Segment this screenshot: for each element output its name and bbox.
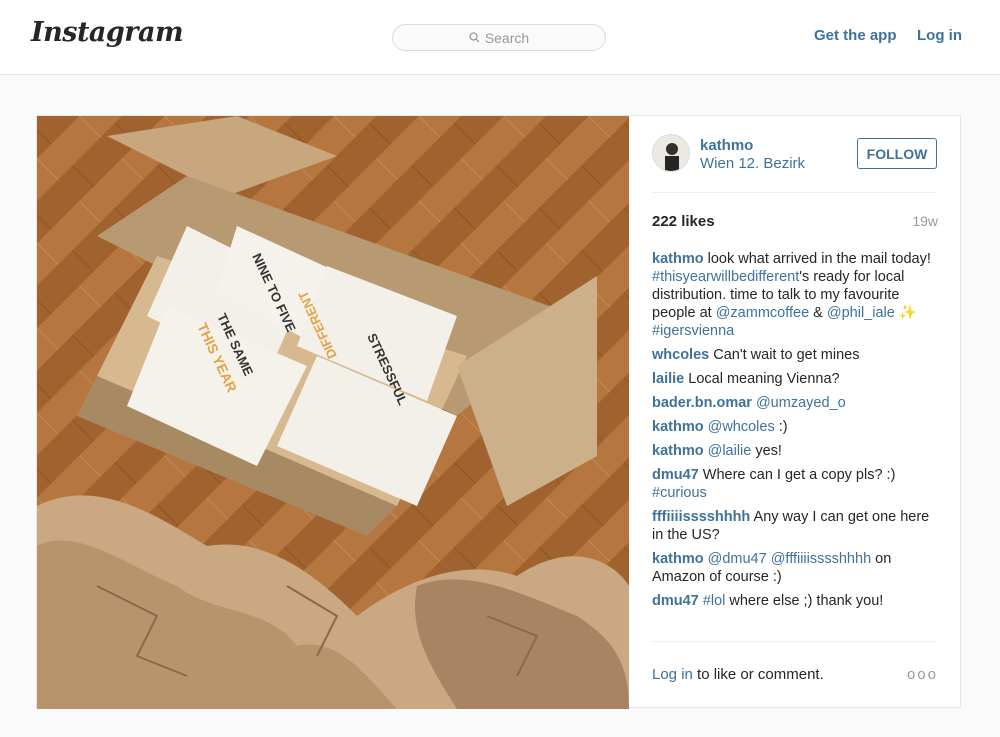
avatar[interactable] xyxy=(652,134,690,172)
comment: dmu47 #lol where else ;) thank you! xyxy=(652,592,937,610)
comment: whcoles Can't wait to get mines xyxy=(652,346,937,364)
comment-username[interactable]: bader.bn.omar xyxy=(652,395,752,411)
log-in-link[interactable]: Log in xyxy=(917,27,962,44)
top-nav-bar: Instagram Search Get the app Log in xyxy=(0,0,1000,75)
comment: bader.bn.omar @umzayed_o xyxy=(652,394,937,412)
avatar-image xyxy=(653,135,689,171)
mention-link[interactable]: @lailie xyxy=(708,443,752,459)
location-link[interactable]: Wien 12. Bezirk xyxy=(700,155,805,172)
comment-username[interactable]: whcoles xyxy=(652,347,709,363)
search-input[interactable]: Search xyxy=(392,24,606,51)
comment-username[interactable]: dmu47 xyxy=(652,593,699,609)
comment-text: yes! xyxy=(751,443,782,459)
comment-text: look what arrived in the mail today! xyxy=(703,251,931,267)
comment: kathmo @dmu47 @fffiiiisssshhhh on Amazon… xyxy=(652,550,937,586)
comment-username[interactable]: kathmo xyxy=(652,443,704,459)
comment: kathmo @lailie yes! xyxy=(652,442,937,460)
more-options-button[interactable]: ooo xyxy=(907,666,938,683)
mention-link[interactable]: @zammcoffee xyxy=(716,305,809,321)
get-the-app-link[interactable]: Get the app xyxy=(814,27,897,44)
username-link[interactable]: kathmo xyxy=(700,137,753,154)
follow-button[interactable]: FOLLOW xyxy=(857,138,937,169)
mention-link[interactable]: @phil_iale xyxy=(827,305,895,321)
comment: kathmo @whcoles :) xyxy=(652,418,937,436)
comment: fffiiiisssshhhh Any way I can get one he… xyxy=(652,508,937,544)
hashtag-link[interactable]: #thisyearwillbedifferent xyxy=(652,269,799,285)
comment-username[interactable]: lailie xyxy=(652,371,684,387)
login-to-like-link[interactable]: Log in xyxy=(652,666,693,683)
comment-username[interactable]: kathmo xyxy=(652,251,704,267)
comment-text: & xyxy=(809,305,827,321)
search-placeholder: Search xyxy=(484,29,530,46)
caption: kathmo look what arrived in the mail tod… xyxy=(652,250,937,340)
comment-list: kathmo look what arrived in the mail tod… xyxy=(652,250,937,616)
hashtag-link[interactable]: #lol xyxy=(703,593,726,609)
comment-text: where else ;) thank you! xyxy=(725,593,884,609)
comment-text: Can't wait to get mines xyxy=(709,347,860,363)
post-time[interactable]: 19w xyxy=(912,213,938,229)
comment-username[interactable]: kathmo xyxy=(652,551,704,567)
login-prompt-text: to like or comment. xyxy=(692,666,824,683)
comment: lailie Local meaning Vienna? xyxy=(652,370,937,388)
comment-username[interactable]: kathmo xyxy=(652,419,704,435)
instagram-logo[interactable]: Instagram xyxy=(31,17,184,48)
hashtag-link[interactable]: #curious xyxy=(652,485,707,501)
login-prompt: Log in to like or comment. xyxy=(652,666,824,683)
mention-link[interactable]: @fffiiiisssshhhh xyxy=(771,551,871,567)
comment-text: Local meaning Vienna? xyxy=(684,371,840,387)
mention-link[interactable]: @umzayed_o xyxy=(756,395,846,411)
comment-username[interactable]: dmu47 xyxy=(652,467,699,483)
comment-text: :) xyxy=(774,419,788,435)
sparkle-emoji: ✨ xyxy=(894,305,917,321)
mention-link[interactable]: @dmu47 xyxy=(708,551,767,567)
divider xyxy=(652,641,937,642)
search-icon xyxy=(469,32,480,43)
likes-count[interactable]: 222 likes xyxy=(652,213,715,230)
post-header: kathmo Wien 12. Bezirk FOLLOW xyxy=(652,134,938,194)
mention-link[interactable]: @whcoles xyxy=(708,419,775,435)
post-card: THIS YEAR THE SAME NINE TO FIVE DIFFEREN… xyxy=(36,115,961,709)
post-sidebar: kathmo Wien 12. Bezirk FOLLOW 222 likes … xyxy=(652,116,938,709)
comment-username[interactable]: fffiiiisssshhhh xyxy=(652,509,750,525)
comment: dmu47 Where can I get a copy pls? :) #cu… xyxy=(652,466,937,502)
photo-illustration: THIS YEAR THE SAME NINE TO FIVE DIFFEREN… xyxy=(37,116,629,709)
divider xyxy=(652,192,937,193)
hashtag-link[interactable]: #igersvienna xyxy=(652,323,734,339)
post-photo[interactable]: THIS YEAR THE SAME NINE TO FIVE DIFFEREN… xyxy=(37,116,629,709)
comment-text: Where can I get a copy pls? :) xyxy=(698,467,896,483)
